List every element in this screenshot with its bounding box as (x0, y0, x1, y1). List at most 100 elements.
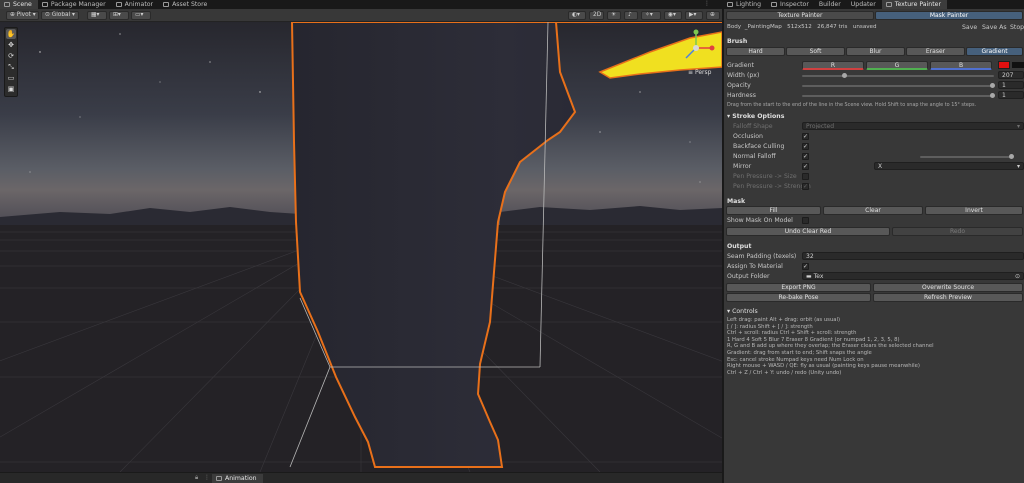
show-mask-checkbox[interactable] (802, 217, 809, 224)
tab-texture-painter[interactable]: Texture Painter (881, 0, 948, 9)
falloff-value: Projected (806, 123, 835, 130)
mode-2d-label: 2D (593, 12, 602, 18)
mask-painter-tab[interactable]: Mask Painter (875, 11, 1023, 20)
opacity-slider-handle[interactable] (990, 83, 995, 88)
gradient-end-swatch[interactable] (1012, 62, 1024, 68)
lighting-icon (727, 2, 733, 7)
channel-g-toggle[interactable]: G (866, 61, 928, 70)
seam-padding-label: Seam Padding (texels) (727, 253, 797, 260)
stroke-options-header[interactable]: ▾ Stroke Options (727, 112, 784, 121)
target-info-row: Body _PaintingMap 512x512 26,847 tris un… (727, 23, 877, 32)
brush-soft-button[interactable]: Soft (786, 47, 845, 56)
occlusion-checkbox[interactable]: ✓ (802, 133, 809, 140)
width-slider[interactable] (802, 75, 994, 77)
opacity-input[interactable]: 1 (998, 81, 1024, 89)
tab-builder[interactable]: Builder (815, 0, 847, 9)
brush-hard-button[interactable]: Hard (726, 47, 785, 56)
export-png-button[interactable]: Export PNG (726, 283, 871, 292)
pen-size-checkbox[interactable] (802, 173, 809, 180)
brush-eraser-button[interactable]: Eraser (906, 47, 965, 56)
brush-gradient-button[interactable]: Gradient (966, 47, 1023, 56)
falloff-dropdown[interactable]: Projected ▾ (802, 122, 1024, 130)
hand-tool-icon[interactable]: ✋ (6, 29, 16, 39)
tab-scene[interactable]: Scene (0, 0, 38, 9)
move-tool-icon[interactable]: ✥ (6, 40, 16, 50)
orientation-gizmo[interactable] (678, 28, 718, 66)
output-folder-field[interactable]: ▬ Tex ⊙ (802, 272, 1024, 280)
package-icon (41, 2, 48, 7)
controls-line: Right mouse + WASD / QE: fly as usual (p… (727, 363, 920, 370)
more-options-icon[interactable]: ⋮ (704, 0, 710, 7)
tab-lighting[interactable]: Lighting (723, 0, 767, 9)
mode-2d-toggle[interactable]: 2D (589, 11, 604, 20)
camera-settings-icon[interactable]: ▶▾ (685, 11, 703, 20)
target-picker-icon[interactable]: ⊙ (1015, 273, 1020, 279)
effects-dropdown-icon[interactable]: ✧▾ (641, 11, 661, 20)
hidden-objects-icon[interactable]: ◉▾ (664, 11, 682, 20)
mask-clear-button[interactable]: Clear (823, 206, 923, 215)
mask-fill-button[interactable]: Fill (726, 206, 821, 215)
section-title: Stroke Options (732, 113, 785, 120)
backface-checkbox[interactable]: ✓ (802, 143, 809, 150)
tab-inspector[interactable]: Inspector (767, 0, 815, 9)
tab-animation[interactable]: Animation (212, 474, 263, 483)
rebake-pose-button[interactable]: Re-bake Pose (726, 293, 871, 302)
normal-falloff-slider[interactable] (920, 156, 1012, 158)
tab-label: Scene (13, 1, 32, 8)
gizmos-dropdown-icon[interactable]: ⊕ (706, 11, 720, 20)
assign-material-checkbox[interactable]: ✓ (802, 263, 809, 270)
tab-updater[interactable]: Updater (847, 0, 882, 9)
refresh-preview-button[interactable]: Refresh Preview (873, 293, 1023, 302)
tab-label: Updater (850, 1, 876, 8)
redo-button[interactable]: Redo (892, 227, 1023, 236)
scene-viewport[interactable]: ✋ ✥ ⟳ ⤡ ▭ ▣ ≡ Persp (0, 22, 722, 472)
rect-tool-icon[interactable]: ▭ (6, 73, 16, 83)
overwrite-source-button[interactable]: Overwrite Source (873, 283, 1023, 292)
controls-header[interactable]: ▾ Controls (727, 307, 758, 316)
pivot-dropdown[interactable]: ⊕ Pivot ▾ (6, 11, 39, 20)
increment-snap-icon[interactable]: ⊞▾ (109, 11, 129, 20)
hardness-input[interactable]: 1 (998, 91, 1024, 99)
scale-tool-icon[interactable]: ⤡ (6, 62, 16, 72)
projection-label[interactable]: ≡ Persp (688, 69, 711, 76)
gradient-color-swatch[interactable] (998, 61, 1010, 69)
tab-animator[interactable]: Animator (112, 0, 159, 9)
undo-clear-button[interactable]: Undo Clear Red (726, 227, 890, 236)
lock-icon[interactable]: 🔒︎ (195, 474, 198, 482)
hardness-slider-handle[interactable] (990, 93, 995, 98)
opacity-slider[interactable] (802, 85, 994, 87)
normal-falloff-handle[interactable] (1009, 154, 1014, 159)
tab-asset-store[interactable]: Asset Store (159, 0, 213, 9)
seam-padding-input[interactable]: 32 (802, 252, 1024, 260)
save-as-button[interactable]: Save As (982, 23, 1007, 32)
more-icon[interactable]: ⋮ (204, 474, 210, 481)
normal-falloff-checkbox[interactable]: ✓ (802, 153, 809, 160)
channel-b-toggle[interactable]: B (930, 61, 992, 70)
rotate-tool-icon[interactable]: ⟳ (6, 51, 16, 61)
hardness-slider[interactable] (802, 95, 994, 97)
backface-label: Backface Culling (733, 143, 785, 150)
tab-package-manager[interactable]: Package Manager (38, 0, 112, 9)
mirror-axis-dropdown[interactable]: X ▾ (874, 162, 1024, 170)
stop-button[interactable]: Stop (1010, 23, 1024, 32)
scene-toolbar: ⊕ Pivot ▾ ⊙ Global ▾ ▦▾ ⊞▾ ▭▾ ◐▾ 2D ☀ ♪ … (0, 9, 722, 22)
texture-painter-tab[interactable]: Texture Painter (726, 11, 874, 20)
width-slider-handle[interactable] (842, 73, 847, 78)
audio-toggle-icon[interactable]: ♪ (624, 11, 638, 20)
shading-mode-icon[interactable]: ◐▾ (568, 11, 586, 20)
mirror-checkbox[interactable]: ✓ (802, 163, 809, 170)
brush-blur-button[interactable]: Blur (846, 47, 905, 56)
global-dropdown[interactable]: ⊙ Global ▾ (41, 11, 79, 20)
channel-r-toggle[interactable]: R (802, 61, 864, 70)
width-input[interactable]: 207 (998, 71, 1024, 79)
mask-invert-button[interactable]: Invert (925, 206, 1023, 215)
grid-snap-icon[interactable]: ▦▾ (87, 11, 107, 20)
falloff-label: Falloff Shape (733, 123, 773, 130)
pen-size-label: Pen Pressure -> Size (733, 173, 797, 180)
pen-strength-checkbox[interactable]: ✓ (802, 183, 809, 190)
grid-toggle-icon[interactable]: ▭▾ (131, 11, 151, 20)
lighting-toggle-icon[interactable]: ☀ (607, 11, 621, 20)
tab-label: Inspector (780, 1, 809, 8)
transform-tool-icon[interactable]: ▣ (6, 84, 16, 94)
save-button[interactable]: Save (962, 23, 977, 32)
